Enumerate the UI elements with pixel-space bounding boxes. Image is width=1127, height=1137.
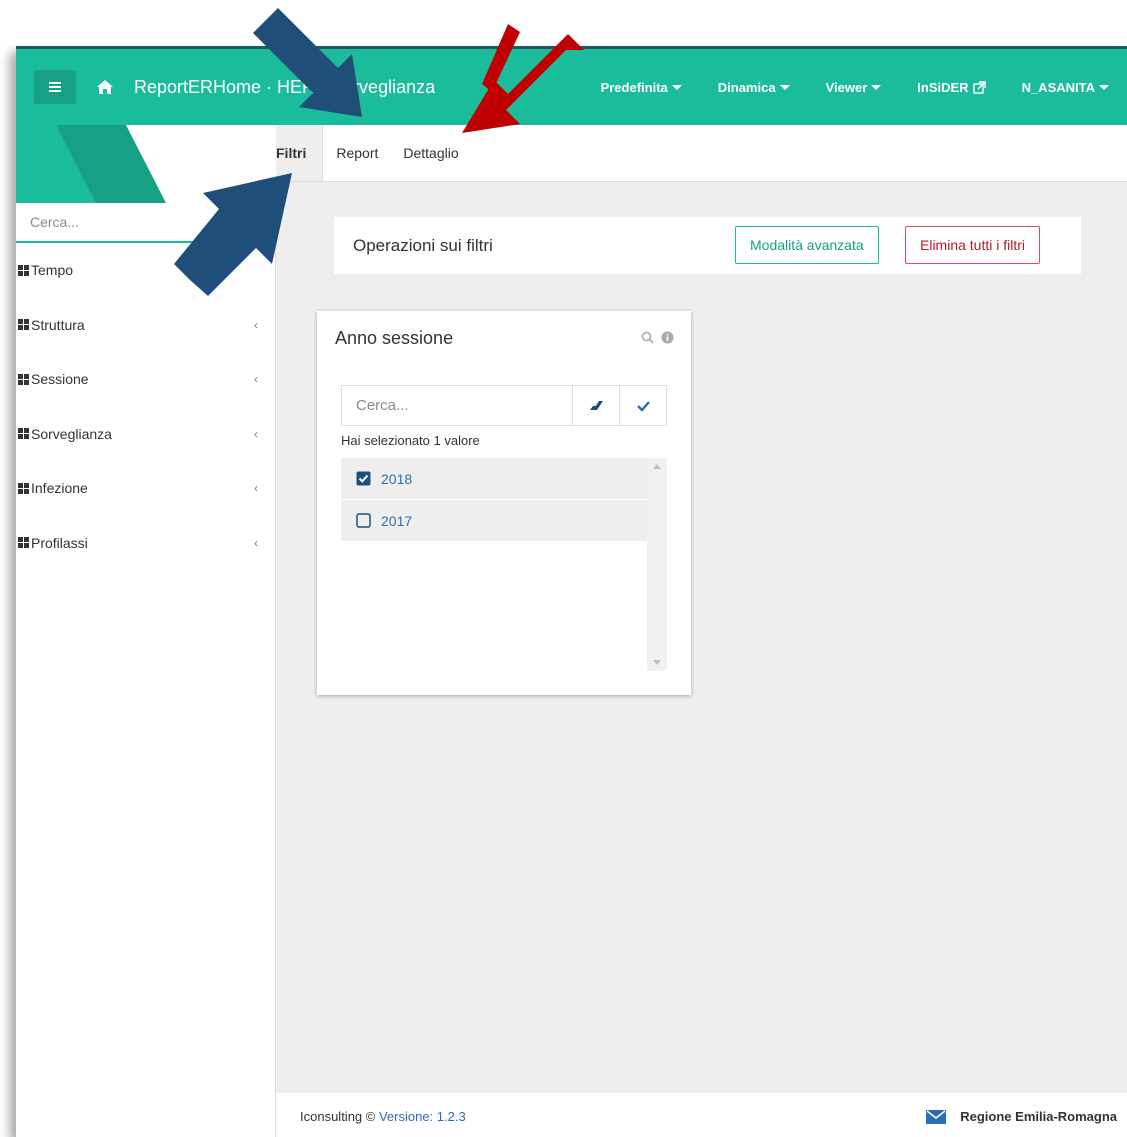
nav-item-label: N_ASANITA [1021, 79, 1095, 95]
sidebar-item-sorveglianza[interactable]: Sorveglianza ‹ [16, 407, 275, 462]
sidebar-item-struttura[interactable]: Struttura ‹ [16, 298, 275, 353]
delete-all-filters-button[interactable]: Elimina tutti i filtri [905, 226, 1041, 264]
scroll-up-icon[interactable] [653, 464, 661, 469]
grid-icon [18, 428, 29, 440]
filter-operations-panel: Operazioni sui filtri Modalità avanzata … [334, 217, 1081, 274]
filter-search-input[interactable] [342, 386, 572, 425]
apply-filter-button[interactable] [619, 386, 666, 425]
caret-down-icon [671, 84, 682, 90]
nav-item-label: Viewer [825, 79, 868, 95]
content-tabs: Filtri Report Dettaglio [276, 125, 1127, 182]
sidebar-menu: Tempo Struttura ‹ Sessione ‹ Sorveglianz… [16, 243, 275, 570]
search-icon[interactable] [641, 331, 654, 344]
home-icon[interactable] [96, 78, 114, 96]
filter-values-list: 2018 2017 [341, 458, 667, 671]
scroll-down-icon[interactable] [653, 660, 661, 665]
nav-item-viewer[interactable]: Viewer [826, 80, 882, 95]
grid-icon [18, 264, 29, 276]
caret-down-icon [1099, 84, 1109, 90]
footer-region: Regione Emilia-Romagna [960, 1109, 1117, 1124]
operations-title: Operazioni sui filtri [353, 235, 493, 255]
chevron-left-icon: ‹ [254, 317, 258, 332]
caret-down-icon [779, 84, 790, 90]
filter-search-row [341, 385, 667, 426]
sidebar-item-label: Profilassi [31, 534, 88, 551]
eraser-icon [589, 401, 603, 410]
sidebar-item-label: Sessione [31, 371, 89, 388]
nav-item-dinamica[interactable]: Dinamica [718, 80, 790, 95]
footer: Iconsulting © Versione: 1.2.3 Regione Em… [276, 1093, 1127, 1137]
tab-filtri[interactable]: Filtri [276, 125, 324, 181]
chevron-left-icon: ‹ [254, 481, 258, 496]
nav-item-label: Predefinita [600, 79, 668, 95]
nav-item-insider[interactable]: InSiDER [917, 79, 986, 95]
sidebar-item-tempo[interactable]: Tempo [16, 243, 275, 298]
grid-icon [18, 537, 29, 549]
nav-item-label: InSiDER [917, 79, 969, 95]
grid-icon [18, 482, 29, 494]
sidebar-item-label: Struttura [31, 316, 85, 333]
sidebar: Tempo Struttura ‹ Sessione ‹ [16, 125, 276, 1137]
sidebar-banner [16, 125, 276, 203]
footer-company: Iconsulting © [300, 1109, 376, 1124]
caret-down-icon [871, 84, 882, 90]
check-icon [636, 401, 650, 412]
advanced-mode-button[interactable]: Modalità avanzata [735, 226, 879, 264]
app-brand-title[interactable]: ReportERHome · HER - Sorveglianza [134, 77, 435, 98]
footer-version-link[interactable]: Versione: 1.2.3 [379, 1109, 466, 1124]
sidebar-item-profilassi[interactable]: Profilassi ‹ [16, 516, 275, 571]
chevron-left-icon: ‹ [254, 426, 258, 441]
sidebar-item-label: Infezione [31, 480, 88, 497]
list-item[interactable]: 2017 [341, 500, 647, 542]
checkbox-unchecked-icon[interactable] [356, 513, 371, 528]
sidebar-item-sessione[interactable]: Sessione ‹ [16, 352, 275, 407]
sidebar-search-input[interactable] [16, 203, 276, 243]
chevron-left-icon: ‹ [254, 535, 258, 550]
footer-left: Iconsulting © Versione: 1.2.3 [300, 1109, 466, 1124]
hamburger-icon [49, 80, 61, 94]
nav-item-predefinita[interactable]: Predefinita [601, 80, 682, 95]
chevron-left-icon: ‹ [254, 372, 258, 387]
tab-dettaglio[interactable]: Dettaglio [391, 125, 471, 181]
clear-selection-button[interactable] [572, 386, 619, 425]
sidebar-item-label: Tempo [31, 262, 74, 279]
filter-card-anno-sessione: Anno sessione Cerca... Hai selezionato 1… [317, 311, 691, 695]
filter-card-tools [641, 331, 674, 344]
list-scrollbar[interactable] [647, 458, 667, 671]
envelope-icon[interactable] [926, 1109, 947, 1124]
selected-count-text: Hai selezionato 1 valore [341, 433, 480, 448]
sidebar-item-infezione[interactable]: Infezione ‹ [16, 461, 275, 516]
nav-item-label: Dinamica [717, 79, 776, 95]
nav-item-user[interactable]: N_ASANITA [1022, 80, 1109, 95]
list-item[interactable]: 2018 [341, 458, 647, 500]
app-window: ReportERHome · HER - Sorveglianza Predef… [16, 46, 1127, 1137]
grid-icon [18, 319, 29, 331]
sidebar-item-label: Sorveglianza [31, 425, 112, 442]
top-navbar: ReportERHome · HER - Sorveglianza Predef… [16, 49, 1127, 125]
external-link-icon [972, 80, 986, 94]
filter-card-title: Anno sessione [335, 328, 454, 348]
list-item-label: 2018 [381, 470, 413, 487]
list-item-label: 2017 [381, 512, 413, 529]
checkbox-checked-icon[interactable] [356, 471, 371, 486]
tab-report[interactable]: Report [323, 125, 391, 181]
footer-right: Regione Emilia-Romagna [926, 1093, 1117, 1137]
hamburger-menu-button[interactable] [34, 70, 76, 104]
nav-menu: Predefinita Dinamica Viewer InSiDER N_AS… [565, 49, 1127, 125]
grid-icon [18, 373, 29, 385]
info-icon[interactable] [661, 331, 674, 344]
